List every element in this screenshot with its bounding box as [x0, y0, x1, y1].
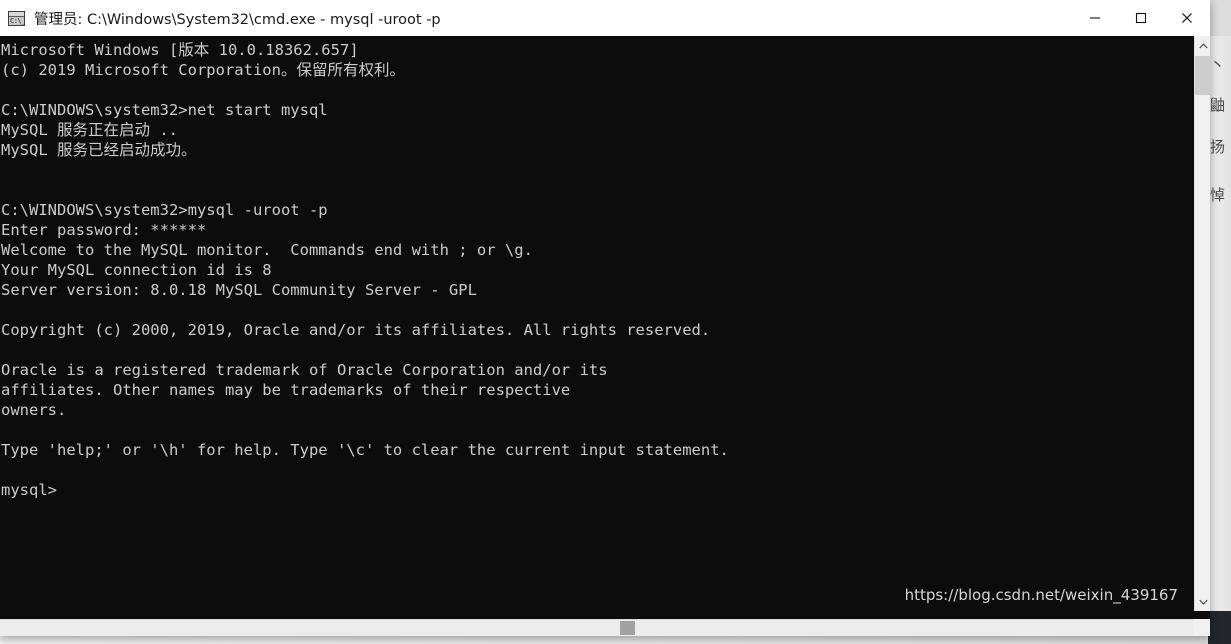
console-text: Microsoft Windows [版本 10.0.18362.657] (c… — [1, 41, 729, 499]
window-titlebar[interactable]: C:\_ 管理员: C:\Windows\System32\cmd.exe - … — [0, 0, 1210, 37]
cmd-icon-label: C:\_ — [10, 16, 25, 25]
scroll-down-arrow-icon[interactable] — [1195, 592, 1211, 611]
background-glyph: 扬 — [1210, 138, 1226, 156]
background-window-dark-strip — [1208, 611, 1231, 644]
scrollbar-corner — [1194, 619, 1210, 636]
background-glyph: 丶 — [1210, 56, 1226, 74]
minimize-button[interactable] — [1072, 0, 1118, 36]
close-button[interactable] — [1164, 0, 1210, 36]
horizontal-scrollbar-thumb[interactable] — [620, 621, 635, 635]
watermark-url: https://blog.csdn.net/weixin_439167 — [904, 586, 1178, 604]
window-title: 管理员: C:\Windows\System32\cmd.exe - mysql… — [34, 11, 441, 28]
background-glyph: 鼬 — [1210, 96, 1226, 114]
background-glyph: 悼 — [1210, 186, 1226, 204]
cmd-console-window: C:\_ 管理员: C:\Windows\System32\cmd.exe - … — [0, 0, 1211, 636]
scroll-up-arrow-icon[interactable] — [1195, 36, 1211, 55]
maximize-button[interactable] — [1118, 0, 1164, 36]
horizontal-scrollbar[interactable] — [0, 619, 1194, 636]
vertical-scrollbar-thumb[interactable] — [1195, 56, 1211, 95]
console-output-area[interactable]: Microsoft Windows [版本 10.0.18362.657] (c… — [0, 36, 1194, 611]
vertical-scrollbar[interactable] — [1194, 36, 1211, 611]
background-window-sliver[interactable]: 丶 鼬 扬 悼 — [1208, 36, 1231, 611]
cmd-exe-icon: C:\_ — [8, 10, 25, 26]
